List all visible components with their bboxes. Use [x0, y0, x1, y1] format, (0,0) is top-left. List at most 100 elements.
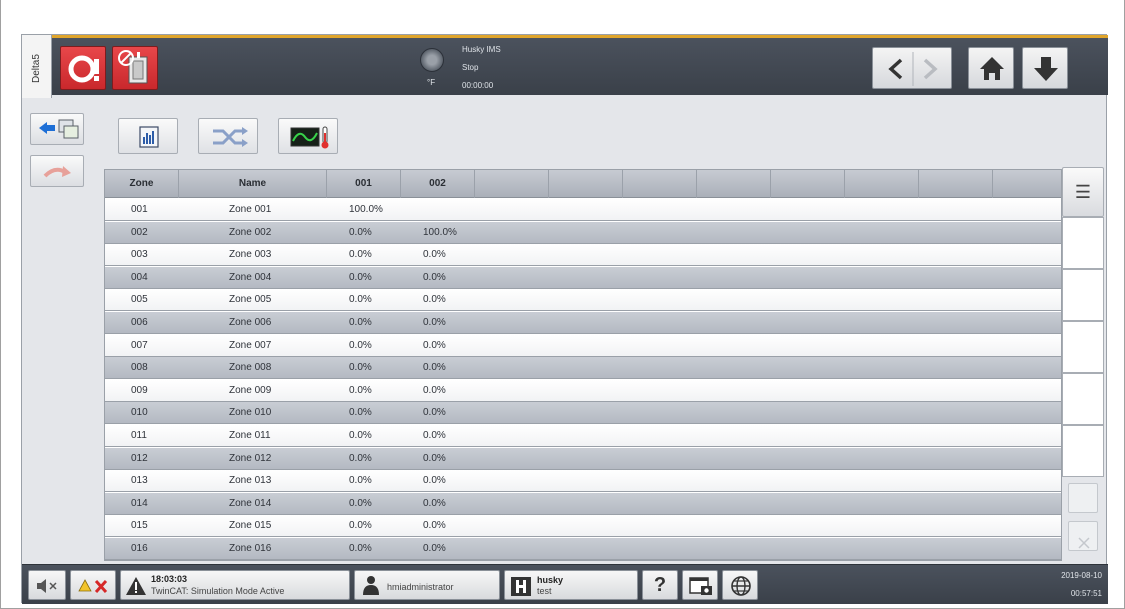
- machine-status-dial: [420, 48, 444, 72]
- table-cell: 0.0%: [349, 430, 372, 441]
- table-row[interactable]: 009 Zone 009 0.0% 0.0%: [105, 379, 1061, 402]
- table-cell: 0.0%: [349, 271, 372, 283]
- table-cell: 0.0%: [423, 475, 446, 487]
- clear-alarms-button[interactable]: [70, 570, 116, 600]
- table-row[interactable]: 008 Zone 008 0.0% 0.0%: [105, 357, 1061, 380]
- table-cell: 0.0%: [349, 543, 372, 554]
- language-button[interactable]: [722, 570, 758, 600]
- table-cell: Zone 009: [229, 384, 272, 396]
- alarm-button[interactable]: [60, 46, 106, 90]
- table-cell: 0.0%: [423, 384, 446, 396]
- table-cell: 0.0%: [349, 317, 372, 328]
- machine-name: Husky IMS: [462, 45, 501, 54]
- table-row[interactable]: 011 Zone 011 0.0% 0.0%: [105, 425, 1061, 447]
- column-header[interactable]: Name: [179, 170, 327, 198]
- table-row[interactable]: 010 Zone 010 0.0% 0.0%: [105, 402, 1061, 425]
- table-scroll-panel: ☰: [1062, 167, 1104, 561]
- table-row[interactable]: 004 Zone 004 0.0% 0.0%: [105, 266, 1061, 289]
- warning-clear-icon: [78, 579, 108, 594]
- table-row[interactable]: 005 Zone 005 0.0% 0.0%: [105, 289, 1061, 312]
- table-row[interactable]: 002 Zone 002 0.0% 100.0%: [105, 221, 1061, 244]
- table-cell: Zone 001: [229, 204, 272, 215]
- home-button[interactable]: [968, 47, 1014, 89]
- column-header[interactable]: Zone: [105, 170, 179, 198]
- table-cell: Zone 010: [229, 407, 272, 419]
- row-divider: [105, 559, 1061, 560]
- table-row[interactable]: 014 Zone 014 0.0% 0.0%: [105, 492, 1061, 515]
- table-cell: 001: [131, 204, 148, 215]
- warning-triangle-icon: [126, 577, 146, 595]
- table-cell: 013: [131, 475, 148, 487]
- next-button[interactable]: [30, 155, 84, 187]
- profile-name: husky: [537, 575, 564, 585]
- table-cell: 014: [131, 497, 148, 509]
- table-row[interactable]: 013 Zone 013 0.0% 0.0%: [105, 470, 1061, 493]
- screen-frame: Delta5 °F Husky IMS Stop 00:00:00 Zone N…: [0, 0, 1125, 609]
- table-cell: Zone 012: [229, 452, 272, 464]
- table-cell: Zone 007: [229, 339, 272, 351]
- column-header-empty: [697, 170, 771, 198]
- table-cell: Zone 006: [229, 317, 272, 328]
- shuffle-button[interactable]: [198, 118, 258, 154]
- column-header[interactable]: 001: [327, 170, 401, 198]
- active-alarm-banner[interactable]: 18:03:03 TwinCAT: Simulation Mode Active: [120, 570, 350, 600]
- table-cell: 0.0%: [423, 362, 446, 374]
- select-all-button[interactable]: [1068, 483, 1098, 513]
- current-date: 2019-08-10: [1061, 571, 1102, 580]
- column-header-empty: [623, 170, 697, 198]
- table-cell: 0.0%: [423, 407, 446, 419]
- table-cell: 006: [131, 317, 148, 328]
- hmi-application: Delta5 °F Husky IMS Stop 00:00:00 Zone N…: [21, 34, 1108, 604]
- download-button[interactable]: [1022, 47, 1068, 89]
- help-button[interactable]: ?: [642, 570, 678, 600]
- table-cell: 0.0%: [349, 249, 372, 261]
- transfer-button[interactable]: [30, 113, 84, 145]
- current-user: hmiadministrator: [387, 582, 454, 592]
- table-cell: 0.0%: [349, 294, 372, 306]
- menu-icon: ☰: [1074, 182, 1092, 202]
- table-cell: 0.0%: [423, 249, 446, 261]
- scroll-segment[interactable]: [1062, 373, 1104, 425]
- table-row[interactable]: 015 Zone 015 0.0% 0.0%: [105, 515, 1061, 538]
- mold-alarm-icon: [68, 55, 99, 83]
- table-cell: 0.0%: [349, 475, 372, 487]
- hot-runner-button[interactable]: [112, 46, 158, 90]
- clear-selection-button[interactable]: [1068, 521, 1098, 551]
- table-row[interactable]: 012 Zone 012 0.0% 0.0%: [105, 447, 1061, 470]
- scroll-segment[interactable]: [1062, 425, 1104, 477]
- table-cell: 0.0%: [423, 452, 446, 464]
- scroll-segment[interactable]: [1062, 321, 1104, 373]
- table-cell: 0.0%: [423, 294, 446, 306]
- table-cell: 100.0%: [423, 226, 457, 238]
- table-cell: 010: [131, 407, 148, 419]
- table-cell: Zone 016: [229, 543, 272, 554]
- table-row[interactable]: 003 Zone 003 0.0% 0.0%: [105, 244, 1061, 267]
- table-cell: Zone 008: [229, 362, 272, 374]
- table-cell: 0.0%: [349, 407, 372, 419]
- menu-button[interactable]: ☰: [1062, 167, 1104, 217]
- profile-button[interactable]: husky test: [504, 570, 638, 600]
- bar-chart-view-button[interactable]: [118, 118, 178, 154]
- scroll-segment[interactable]: [1062, 217, 1104, 269]
- table-cell: 007: [131, 339, 148, 351]
- help-icon: ?: [653, 574, 667, 596]
- table-cell: 0.0%: [423, 520, 446, 532]
- scope-button[interactable]: [278, 118, 338, 154]
- close-icon: [1078, 537, 1090, 549]
- mute-button[interactable]: [28, 570, 66, 600]
- table-cell: 008: [131, 362, 148, 374]
- screenshot-button[interactable]: [682, 570, 718, 600]
- user-button[interactable]: hmiadministrator: [354, 570, 500, 600]
- table-row[interactable]: 001 Zone 001 100.0%: [105, 199, 1061, 221]
- table-cell: 011: [131, 430, 147, 441]
- scroll-segment[interactable]: [1062, 269, 1104, 321]
- table-row[interactable]: 016 Zone 016 0.0% 0.0%: [105, 538, 1061, 560]
- table-row[interactable]: 006 Zone 006 0.0% 0.0%: [105, 312, 1061, 334]
- column-header[interactable]: 002: [401, 170, 475, 198]
- side-tab[interactable]: Delta5: [22, 35, 52, 98]
- screenshot-icon: [689, 577, 712, 595]
- table-cell: Zone 014: [229, 497, 272, 509]
- table-row[interactable]: 007 Zone 007 0.0% 0.0%: [105, 334, 1061, 357]
- zone-matrix-table: Zone Name 001 002 001 Zone 001 100.0% 002 Zo…: [104, 169, 1062, 561]
- table-cell: 012: [131, 452, 148, 464]
